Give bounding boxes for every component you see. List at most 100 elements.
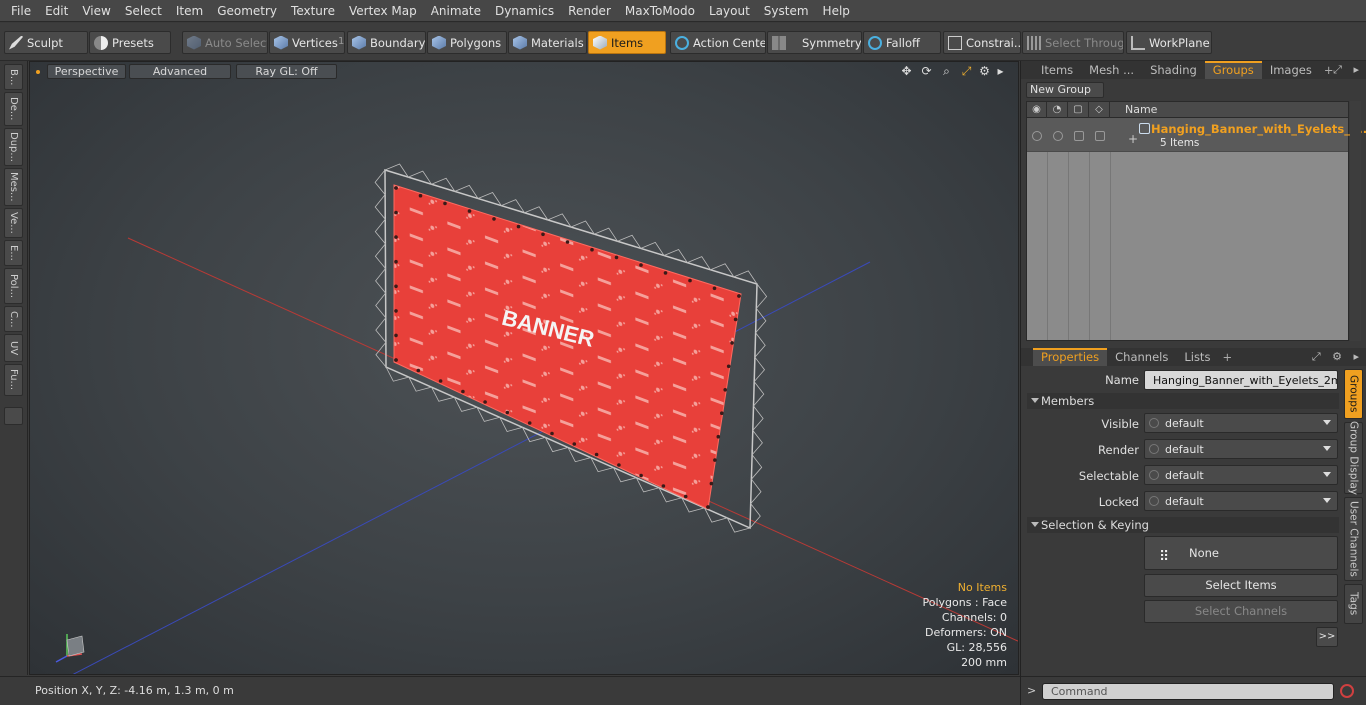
vertices-button[interactable]: Vertices xyxy=(269,31,345,54)
left-tab-edge[interactable]: E... xyxy=(4,240,23,266)
selectable-dropdown[interactable]: default xyxy=(1144,465,1338,485)
tab-groups[interactable]: Groups xyxy=(1204,61,1262,79)
rotate-view-icon[interactable]: ⟳ xyxy=(920,65,933,78)
shading-style-button[interactable]: Advanced xyxy=(129,64,231,79)
vtab-group-display[interactable]: Group Display xyxy=(1344,421,1363,495)
sculpt-button[interactable]: Sculpt xyxy=(4,31,88,54)
left-tab-deform[interactable]: De... xyxy=(4,92,23,126)
menu-select[interactable]: Select xyxy=(118,0,169,22)
row-render-icon[interactable] xyxy=(1053,131,1063,141)
menu-geometry[interactable]: Geometry xyxy=(210,0,284,22)
row-select-icon[interactable] xyxy=(1074,131,1084,141)
select-cube-icon[interactable]: ▢ xyxy=(1068,102,1089,118)
menu-dynamics[interactable]: Dynamics xyxy=(488,0,561,22)
properties-options-icon[interactable]: ⤢ ⚙ ▸ xyxy=(1312,350,1363,364)
menu-edit[interactable]: Edit xyxy=(38,0,75,22)
tab-shading[interactable]: Shading xyxy=(1142,61,1205,79)
visible-dropdown[interactable]: default xyxy=(1144,413,1338,433)
left-tab-polygon[interactable]: Pol... xyxy=(4,268,23,304)
eyelet xyxy=(594,452,599,457)
left-tab-curve[interactable]: C... xyxy=(4,306,23,332)
presets-button[interactable]: Presets xyxy=(89,31,171,54)
vtab-user-channels[interactable]: User Channels xyxy=(1344,497,1363,581)
tab-items[interactable]: Items xyxy=(1033,61,1081,79)
info-channels: Channels: 0 xyxy=(941,611,1007,624)
more-button[interactable]: >> xyxy=(1316,627,1338,647)
polygons-button[interactable]: Polygons xyxy=(427,31,507,54)
menu-help[interactable]: Help xyxy=(816,0,857,22)
falloff-icon xyxy=(868,35,882,50)
add-properties-tab-button[interactable]: + xyxy=(1218,348,1236,366)
tab-images[interactable]: Images xyxy=(1262,61,1320,79)
action-center-button[interactable]: Action Center xyxy=(670,31,766,54)
left-tab-fusion[interactable]: Fu... xyxy=(4,364,23,396)
menu-view[interactable]: View xyxy=(75,0,117,22)
none-keying-button[interactable]: ⠿ None xyxy=(1144,536,1338,570)
menu-vertex-map[interactable]: Vertex Map xyxy=(342,0,424,22)
locked-dropdown[interactable]: default xyxy=(1144,491,1338,511)
name-field[interactable]: Hanging_Banner_with_Eyelets_2m_x_ xyxy=(1144,370,1338,390)
tab-lists[interactable]: Lists xyxy=(1176,348,1218,366)
move-view-icon[interactable]: ✥ xyxy=(900,65,913,78)
menu-system[interactable]: System xyxy=(757,0,816,22)
eyelet xyxy=(394,284,398,289)
menu-maxtomodo[interactable]: MaxToModo xyxy=(618,0,702,22)
viewport-settings-gear-icon[interactable]: ⚙ xyxy=(978,65,991,78)
menu-render[interactable]: Render xyxy=(561,0,618,22)
viewport-menu-arrow-icon[interactable]: ▸ xyxy=(994,65,1007,78)
group-row[interactable]: + Hanging_Banner_with_Eyelets_ ... 5 Ite… xyxy=(1027,118,1366,152)
vtab-groups[interactable]: Groups xyxy=(1344,369,1363,419)
tab-properties[interactable]: Properties xyxy=(1033,348,1108,366)
select-channels-button[interactable]: Select Channels xyxy=(1144,600,1338,623)
visibility-eye-icon[interactable]: ◉ xyxy=(1027,102,1047,118)
row-lock-icon[interactable] xyxy=(1095,131,1105,141)
menu-item[interactable]: Item xyxy=(169,0,210,22)
left-tab-extra[interactable] xyxy=(4,407,23,425)
left-tab-uv[interactable]: UV xyxy=(4,334,23,362)
raygl-button[interactable]: Ray GL: Off xyxy=(236,64,337,79)
render-dropdown[interactable]: default xyxy=(1144,439,1338,459)
vtab-tags[interactable]: Tags xyxy=(1344,584,1363,624)
lock-icon[interactable]: ◇ xyxy=(1089,102,1110,118)
selection-keying-section[interactable]: Selection & Keying xyxy=(1027,517,1339,533)
expand-icon[interactable]: + xyxy=(1128,132,1138,146)
keying-dots-icon: ⠿ xyxy=(1159,549,1170,565)
symmetry-button[interactable]: Symmetry xyxy=(767,31,862,54)
command-input[interactable]: Command xyxy=(1042,683,1334,700)
menu-layout[interactable]: Layout xyxy=(702,0,757,22)
menu-file[interactable]: File xyxy=(4,0,38,22)
eyelet xyxy=(706,505,710,509)
record-macro-icon[interactable] xyxy=(1340,684,1354,698)
select-items-button[interactable]: Select Items xyxy=(1144,574,1338,597)
panel-options-icon[interactable]: ⤢ ▸ xyxy=(1333,63,1363,77)
left-tab-vertex[interactable]: Ve... xyxy=(4,208,23,238)
select-through-button[interactable]: Select Through xyxy=(1022,31,1124,54)
constraints-button[interactable]: Constrai... xyxy=(943,31,1021,54)
main-toolbar: Sculpt Presets Auto Select Vertices 1 Bo… xyxy=(0,23,1366,61)
new-group-button[interactable]: New Group xyxy=(1026,82,1104,98)
row-eye-icon[interactable] xyxy=(1032,131,1042,141)
render-icon[interactable]: ◔ xyxy=(1047,102,1068,118)
render-chevron-down-icon xyxy=(1323,446,1331,451)
zoom-view-icon[interactable]: ⌕ xyxy=(940,65,953,78)
left-tab-basic[interactable]: B... xyxy=(4,64,23,90)
workplane-button[interactable]: WorkPlane xyxy=(1126,31,1212,54)
tab-mesh[interactable]: Mesh ... xyxy=(1081,61,1142,79)
menu-animate[interactable]: Animate xyxy=(424,0,488,22)
members-section[interactable]: Members xyxy=(1027,393,1339,409)
falloff-button[interactable]: Falloff xyxy=(863,31,941,54)
view-type-button[interactable]: Perspective xyxy=(47,64,126,79)
fit-view-icon[interactable]: ⤢ xyxy=(960,65,973,78)
menu-texture[interactable]: Texture xyxy=(284,0,342,22)
auto-select-button[interactable]: Auto Select xyxy=(182,31,268,54)
materials-button[interactable]: Materials xyxy=(508,31,587,54)
groups-scrollbar[interactable] xyxy=(1350,101,1361,341)
boundary-button[interactable]: Boundary xyxy=(347,31,426,54)
left-tab-duplicate[interactable]: Dup... xyxy=(4,128,23,166)
left-tab-mesh[interactable]: Mes... xyxy=(4,168,23,206)
3d-viewport[interactable]: BANNER Perspective Advanced Ray GL: Off … xyxy=(29,61,1019,675)
viewport-options-dot[interactable] xyxy=(36,70,40,74)
tab-channels[interactable]: Channels xyxy=(1107,348,1176,366)
banner-mesh[interactable] xyxy=(393,184,742,510)
items-button[interactable]: Items xyxy=(588,31,666,54)
